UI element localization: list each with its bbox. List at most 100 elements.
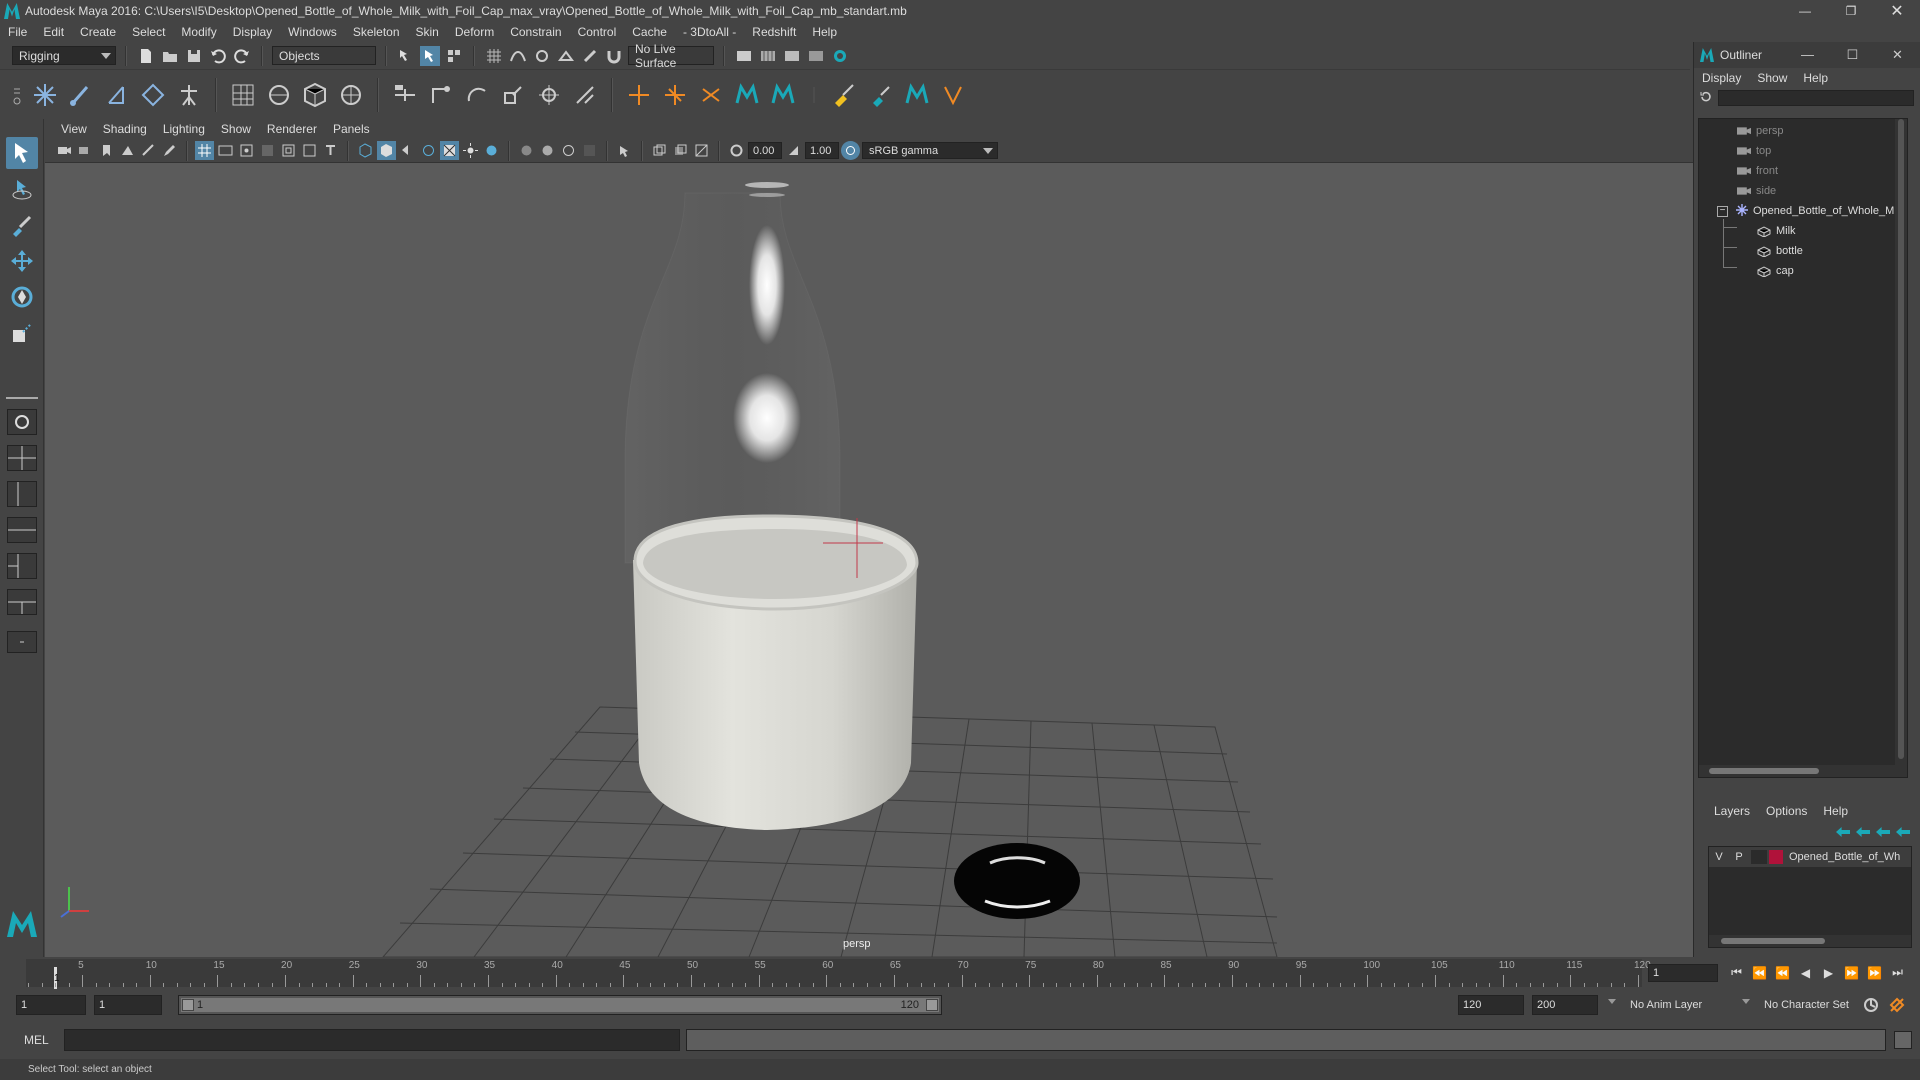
snap-live-icon[interactable] (580, 46, 600, 66)
new-layer-icon[interactable] (1876, 827, 1890, 837)
outliner-close-button[interactable]: ✕ (1875, 47, 1920, 63)
layer-color-swatch[interactable] (1769, 850, 1783, 864)
menu-set-dropdown[interactable]: Rigging (12, 46, 116, 65)
menu-windows[interactable]: Windows (280, 25, 345, 39)
undo-icon[interactable] (208, 46, 228, 66)
maya-home-icon[interactable] (5, 909, 39, 939)
menu-create[interactable]: Create (72, 25, 124, 39)
go-to-start-button[interactable]: ⏮ (1728, 964, 1745, 981)
point-constraint-icon[interactable] (426, 80, 456, 110)
ik-handle-icon[interactable] (66, 80, 96, 110)
layer-menu-layers[interactable]: Layers (1714, 804, 1750, 818)
end-time-field[interactable]: 200 (1532, 995, 1598, 1015)
menu-redshift[interactable]: Redshift (744, 25, 804, 39)
menu-select[interactable]: Select (124, 25, 173, 39)
layer-horizontal-scrollbar[interactable] (1709, 935, 1911, 947)
exposure-icon[interactable] (727, 141, 746, 160)
outliner-item-side[interactable]: side (1699, 181, 1907, 201)
outliner-item-cap[interactable]: cap (1699, 261, 1907, 281)
color-management-icon[interactable] (841, 141, 860, 160)
field-chart-icon[interactable] (279, 141, 298, 160)
live-surface-field[interactable]: No Live Surface (628, 42, 714, 70)
gate-mask-icon[interactable] (258, 141, 277, 160)
shelf-options-icon[interactable] (10, 80, 24, 110)
menu-constrain[interactable]: Constrain (502, 25, 569, 39)
layout-persp-outliner[interactable] (7, 481, 37, 507)
smooth-shade-icon[interactable] (377, 141, 396, 160)
layer-display-type[interactable] (1751, 850, 1767, 864)
bind-skin-icon[interactable] (228, 80, 258, 110)
select-hierarchy-icon[interactable] (396, 46, 416, 66)
panel-menu-lighting[interactable]: Lighting (155, 122, 213, 136)
current-frame-field[interactable]: 1 (1648, 964, 1718, 982)
menu-cache[interactable]: Cache (624, 25, 675, 39)
layer-visibility-toggle[interactable]: V (1709, 847, 1729, 867)
collapse-icon[interactable]: − (1717, 205, 1728, 217)
default-material-icon[interactable] (398, 141, 417, 160)
use-all-lights-icon[interactable] (461, 141, 480, 160)
cluster-icon[interactable] (660, 80, 690, 110)
maximize-button[interactable]: ❐ (1828, 0, 1874, 22)
image-plane-icon[interactable] (118, 141, 137, 160)
pole-vector-icon[interactable] (570, 80, 600, 110)
menu-file[interactable]: File (0, 25, 35, 39)
bookmark-icon[interactable] (97, 141, 116, 160)
3d-viewport[interactable]: persp (45, 163, 1693, 957)
range-slider-handle[interactable] (181, 998, 939, 1012)
ik-spline-icon[interactable] (102, 80, 132, 110)
menu-edit[interactable]: Edit (35, 25, 72, 39)
select-tool-button[interactable] (6, 137, 38, 169)
aim-constraint-icon[interactable] (534, 80, 564, 110)
outliner-search-input[interactable] (1718, 90, 1914, 106)
layer-row[interactable]: V P Opened_Bottle_of_Wh (1709, 847, 1911, 867)
minimize-button[interactable]: — (1782, 0, 1828, 22)
snap-grid-icon[interactable] (484, 46, 504, 66)
menu-skin[interactable]: Skin (408, 25, 447, 39)
menu-help[interactable]: Help (804, 25, 845, 39)
view-transform-dropdown[interactable]: sRGB gamma (862, 142, 998, 159)
outliner-menu-help[interactable]: Help (1803, 71, 1828, 85)
hypershade-icon[interactable] (830, 46, 850, 66)
step-forward-frame-button[interactable]: ⏩ (1866, 964, 1883, 981)
range-slider-bar[interactable]: 1 120 (178, 995, 942, 1015)
camera-attributes-icon[interactable] (76, 141, 95, 160)
menu-display[interactable]: Display (225, 25, 280, 39)
outliner-item-group[interactable]: − Opened_Bottle_of_Whole_M (1699, 201, 1907, 221)
lattice-icon[interactable] (300, 80, 330, 110)
playback-end-field[interactable]: 120 (1458, 995, 1524, 1015)
screen-space-ao-icon[interactable] (517, 141, 536, 160)
snap-curve-icon[interactable] (508, 46, 528, 66)
panel-menu-shading[interactable]: Shading (95, 122, 155, 136)
step-forward-key-button[interactable]: ⏩ (1843, 964, 1860, 981)
new-layer-selected-icon[interactable] (1896, 827, 1910, 837)
insert-joint-icon[interactable] (138, 80, 168, 110)
scrollbar-thumb[interactable] (1721, 938, 1825, 944)
depth-of-field-icon[interactable] (580, 141, 599, 160)
menu-modify[interactable]: Modify (173, 25, 224, 39)
textured-icon[interactable] (440, 141, 459, 160)
new-scene-icon[interactable] (136, 46, 156, 66)
layer-playback-toggle[interactable]: P (1729, 847, 1749, 867)
layout-persp-graph[interactable] (7, 517, 37, 543)
exposure-field[interactable]: 0.00 (748, 142, 782, 159)
menu-skeleton[interactable]: Skeleton (345, 25, 408, 39)
xray-icon[interactable] (650, 141, 669, 160)
outliner-minimize-button[interactable]: — (1785, 47, 1830, 63)
film-gate-icon[interactable] (216, 141, 235, 160)
vray-icon[interactable] (938, 80, 968, 110)
layout-four-view[interactable] (7, 445, 37, 471)
3dtoall-icon[interactable] (732, 80, 762, 110)
layout-persp-graph-hypergraph[interactable] (7, 589, 37, 615)
locator-icon[interactable] (624, 80, 654, 110)
panel-menu-renderer[interactable]: Renderer (259, 122, 325, 136)
isolate-select-icon[interactable] (615, 141, 634, 160)
layer-menu-options[interactable]: Options (1766, 804, 1807, 818)
smooth-skin-icon[interactable] (264, 80, 294, 110)
outliner-item-bottle[interactable]: bottle (1699, 241, 1907, 261)
render-settings-icon[interactable] (734, 46, 754, 66)
selection-mode-dropdown[interactable]: Objects (272, 46, 376, 65)
anti-aliasing-icon[interactable] (559, 141, 578, 160)
panel-menu-panels[interactable]: Panels (325, 122, 378, 136)
refresh-icon[interactable] (1700, 91, 1712, 106)
parent-constraint-icon[interactable] (390, 80, 420, 110)
